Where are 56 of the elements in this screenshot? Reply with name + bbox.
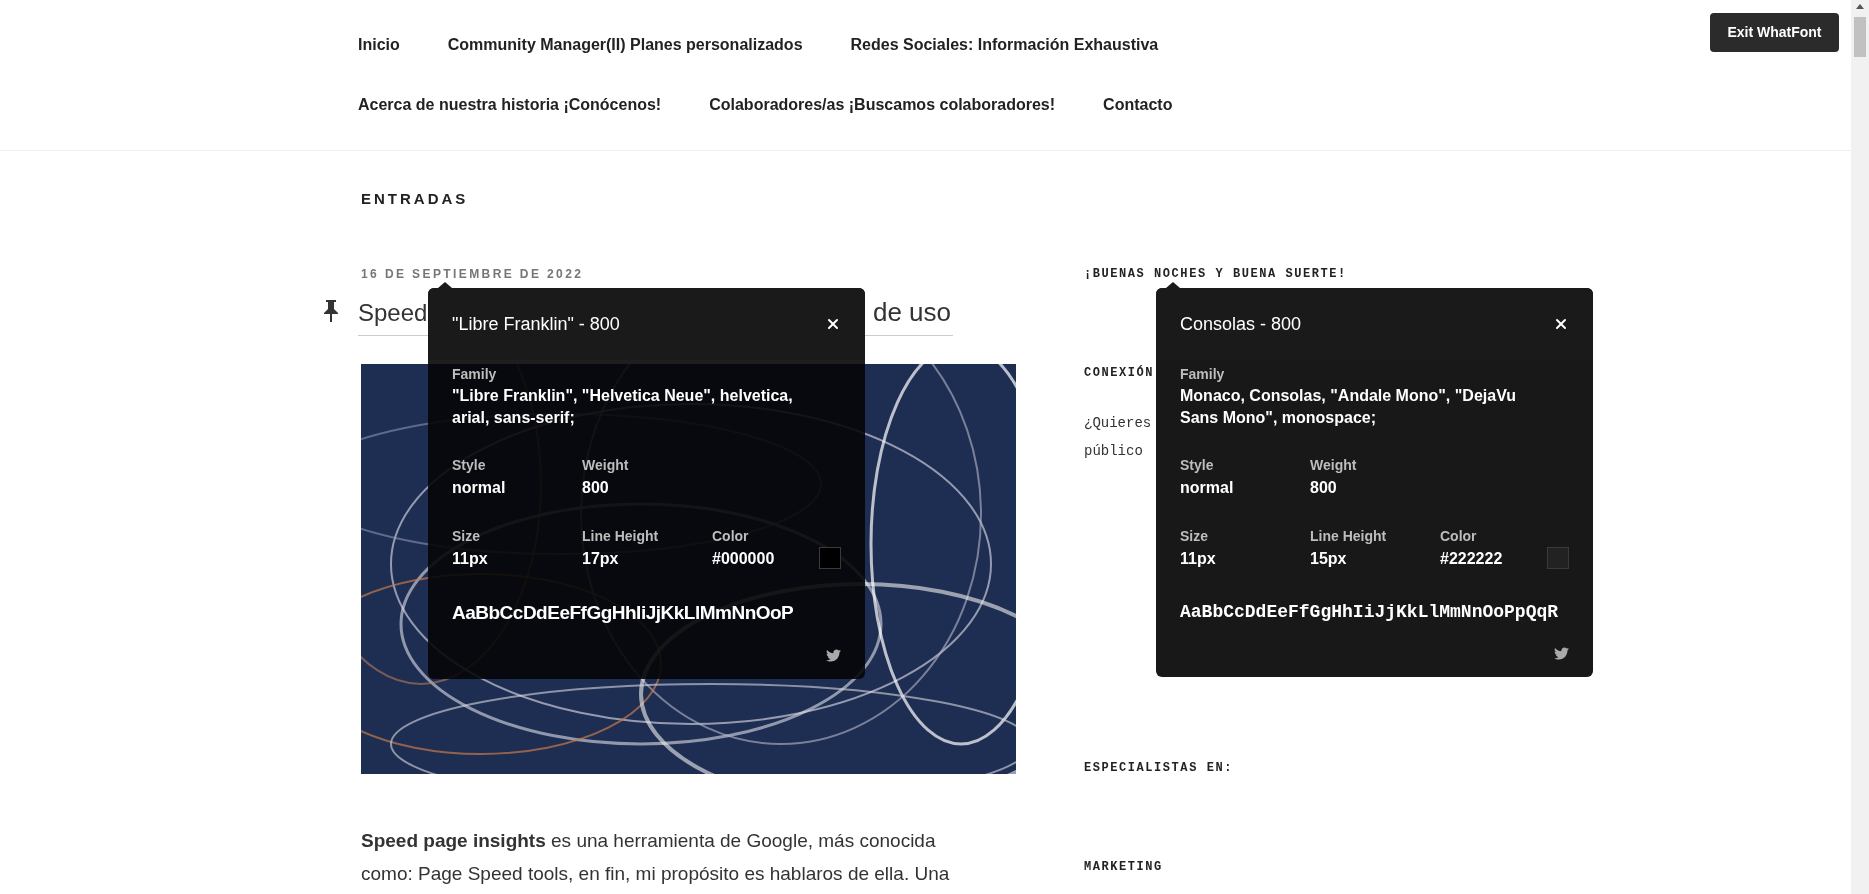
scrollbar[interactable] xyxy=(1851,0,1869,894)
close-button[interactable] xyxy=(825,316,841,332)
nav-link[interactable]: Acerca de nuestra historia ¡Conócenos! xyxy=(358,93,662,117)
field-value: 15px xyxy=(1310,549,1348,569)
field-label: Size xyxy=(452,527,481,546)
field-label: Size xyxy=(1180,527,1209,546)
field-value: 11px xyxy=(452,549,488,569)
nav-link[interactable]: Redes Sociales: Información Exhaustiva xyxy=(850,33,1159,57)
twitter-icon[interactable] xyxy=(826,647,841,663)
post-title[interactable]: Speed xyxy=(358,294,428,331)
field-label: Family xyxy=(452,365,498,384)
family-value: Monaco, Consolas, "Andale Mono", "DejaVu Sans Mono", monospace; xyxy=(1180,386,1517,428)
field-label: Style xyxy=(1180,456,1215,475)
field-value: normal xyxy=(1180,478,1234,498)
field-value: #222222 xyxy=(1440,549,1503,569)
exit-whatfont-button[interactable]: Exit WhatFont xyxy=(1710,13,1839,52)
widget-heading: MARKETING xyxy=(1084,860,1163,874)
field-label: Line Height xyxy=(582,527,659,546)
field-value: 11px xyxy=(1180,549,1216,569)
post-date: 16 DE SEPTIEMBRE DE 2022 xyxy=(361,267,584,281)
widget-heading: ¡BUENAS NOCHES Y BUENA SUERTE! xyxy=(1084,267,1347,281)
popup-title: "Libre Franklin" - 800 xyxy=(452,312,620,336)
field-label: Line Height xyxy=(1310,527,1387,546)
field-value: 17px xyxy=(582,549,620,569)
twitter-icon[interactable] xyxy=(1554,646,1569,661)
widget-text: ¿Quieres xyxy=(1084,414,1152,433)
field-label: Color xyxy=(1440,527,1478,546)
post-excerpt: como: Page Speed tools, en fin, mi propósito es hablaros de ella. Una xyxy=(361,862,951,886)
field-value: #000000 xyxy=(712,549,775,569)
field-value: 800 xyxy=(1310,478,1338,498)
post-title[interactable]: de uso xyxy=(872,293,951,332)
popup-title: Consolas - 800 xyxy=(1180,312,1302,336)
font-sample: AaBbCcDdEeFfGgHhIiJjKkLlMmNnOoP xyxy=(452,602,794,623)
widget-heading: CONEXIÓN xyxy=(1084,366,1155,380)
field-label: Family xyxy=(1180,365,1226,384)
close-icon xyxy=(1553,316,1569,332)
close-icon xyxy=(825,316,841,332)
scroll-up-icon[interactable] xyxy=(1856,4,1864,9)
widget-heading: ESPECIALISTAS EN: xyxy=(1084,761,1233,775)
field-label: Weight xyxy=(1310,456,1357,475)
font-sample: AaBbCcDdEeFfGgHhIiJjKkLlMmNnOoPpQqR xyxy=(1180,602,1559,622)
close-button[interactable] xyxy=(1553,316,1569,332)
nav-link[interactable]: Inicio xyxy=(358,33,400,57)
widget-text: público xyxy=(1084,442,1143,461)
nav-link[interactable]: Contacto xyxy=(1103,93,1173,117)
field-label: Style xyxy=(452,456,487,475)
field-label: Color xyxy=(712,527,750,546)
scrollbar-thumb[interactable] xyxy=(1854,17,1866,57)
family-value: "Libre Franklin", "Helvetica Neue", helvetica, arial, sans-serif; xyxy=(452,386,794,428)
field-label: Weight xyxy=(582,456,629,475)
nav-link[interactable]: Community Manager(II) Planes personalizados xyxy=(447,33,803,57)
post-excerpt: Speed page insights es una herramienta de Google, más conocida xyxy=(361,829,937,853)
field-value: normal xyxy=(452,478,506,498)
field-value: 800 xyxy=(582,478,610,498)
section-title: ENTRADAS xyxy=(361,190,469,208)
nav-link[interactable]: Colaboradores/as ¡Buscamos colaboradores! xyxy=(709,93,1056,117)
